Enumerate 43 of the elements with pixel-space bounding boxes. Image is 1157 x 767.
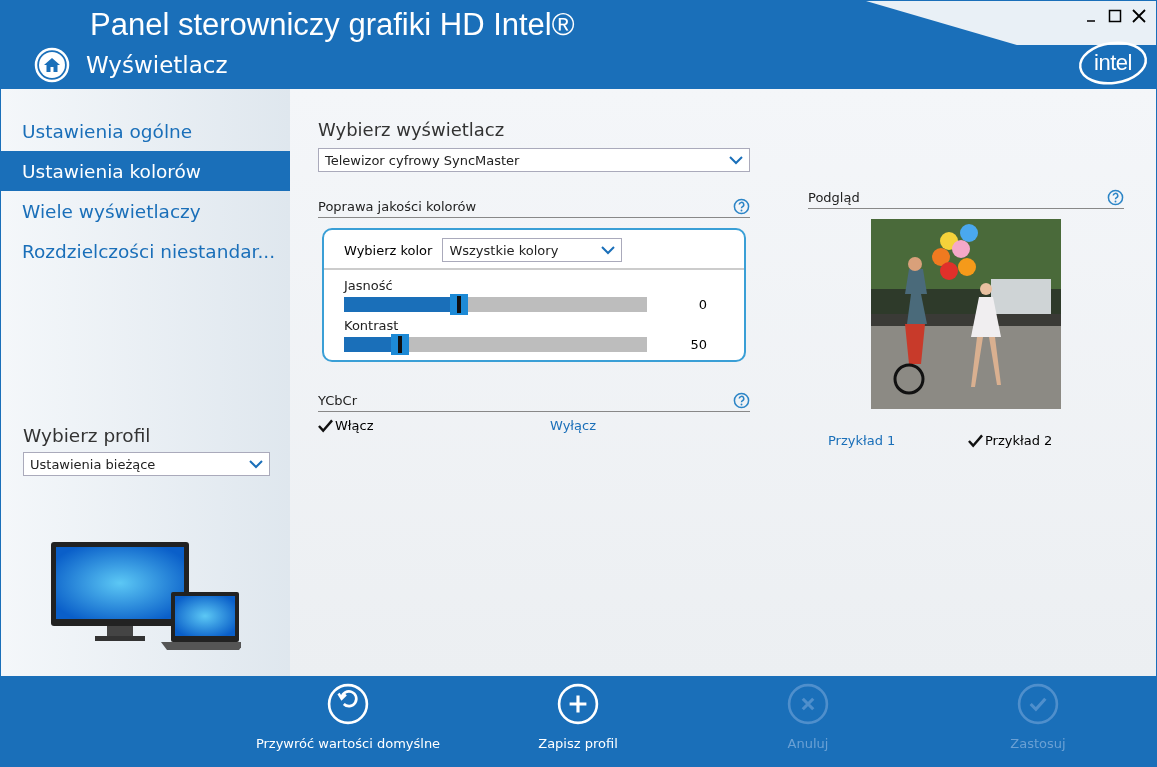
color-dropdown[interactable]: Wszystkie kolory	[442, 238, 623, 262]
slider-value: 0	[697, 297, 707, 312]
checkmark-icon	[318, 418, 333, 433]
sidebar-item[interactable]: Wiele wyświetlaczy	[1, 191, 290, 231]
close-icon	[787, 683, 829, 725]
home-icon[interactable]	[34, 47, 70, 83]
help-icon[interactable]	[733, 198, 750, 215]
slider-value: 50	[689, 337, 707, 352]
undo-icon	[327, 683, 369, 725]
sidebar-item[interactable]: Ustawienia kolorów	[1, 151, 290, 191]
logo: intel	[1077, 39, 1149, 87]
slider-label: Jasność	[344, 278, 394, 293]
help-icon[interactable]	[1107, 189, 1124, 206]
chevron-down-icon	[601, 245, 616, 255]
maximize-icon[interactable]	[1108, 9, 1122, 23]
section-heading: Poprawa jakości kolorów	[318, 199, 477, 214]
close-icon[interactable]	[1132, 9, 1146, 23]
section-heading: Wybierz wyświetlacz	[318, 119, 506, 140]
option-link[interactable]: Przykład 1	[828, 433, 968, 448]
slider[interactable]	[344, 297, 647, 312]
footer-button[interactable]: Zapisz profil	[463, 676, 693, 766]
color-label: Wybierz kolor	[344, 242, 433, 258]
plus-icon	[557, 683, 599, 725]
option-link[interactable]: Wyłącz	[550, 418, 596, 433]
section-title: Wyświetlacz	[86, 52, 228, 78]
chevron-down-icon	[729, 155, 743, 165]
section-heading: YCbCr	[318, 393, 357, 408]
profile-label: Wybierz profil	[23, 425, 152, 446]
profile-dropdown[interactable]: Ustawienia bieżące	[23, 452, 270, 476]
slider[interactable]	[344, 337, 647, 352]
window-title: Panel sterowniczy grafiki HD Intel®	[90, 7, 575, 43]
sidebar-item[interactable]: Rozdzielczości niestandar...	[1, 231, 290, 271]
footer-button[interactable]: Przywróć wartości domyślne	[233, 676, 463, 766]
checkmark-icon	[1017, 683, 1059, 725]
sidebar-item[interactable]: Ustawienia ogólne	[1, 111, 290, 151]
slider-label: Kontrast	[344, 318, 400, 333]
checkmark-icon	[968, 433, 983, 448]
chevron-down-icon	[249, 459, 263, 469]
display-dropdown[interactable]: Telewizor cyfrowy SyncMaster	[318, 148, 750, 172]
help-icon[interactable]	[733, 392, 750, 409]
option-link[interactable]: Przykład 2	[968, 433, 1053, 448]
option-link[interactable]: Włącz	[318, 418, 550, 433]
section-heading: Podgląd	[808, 190, 860, 205]
